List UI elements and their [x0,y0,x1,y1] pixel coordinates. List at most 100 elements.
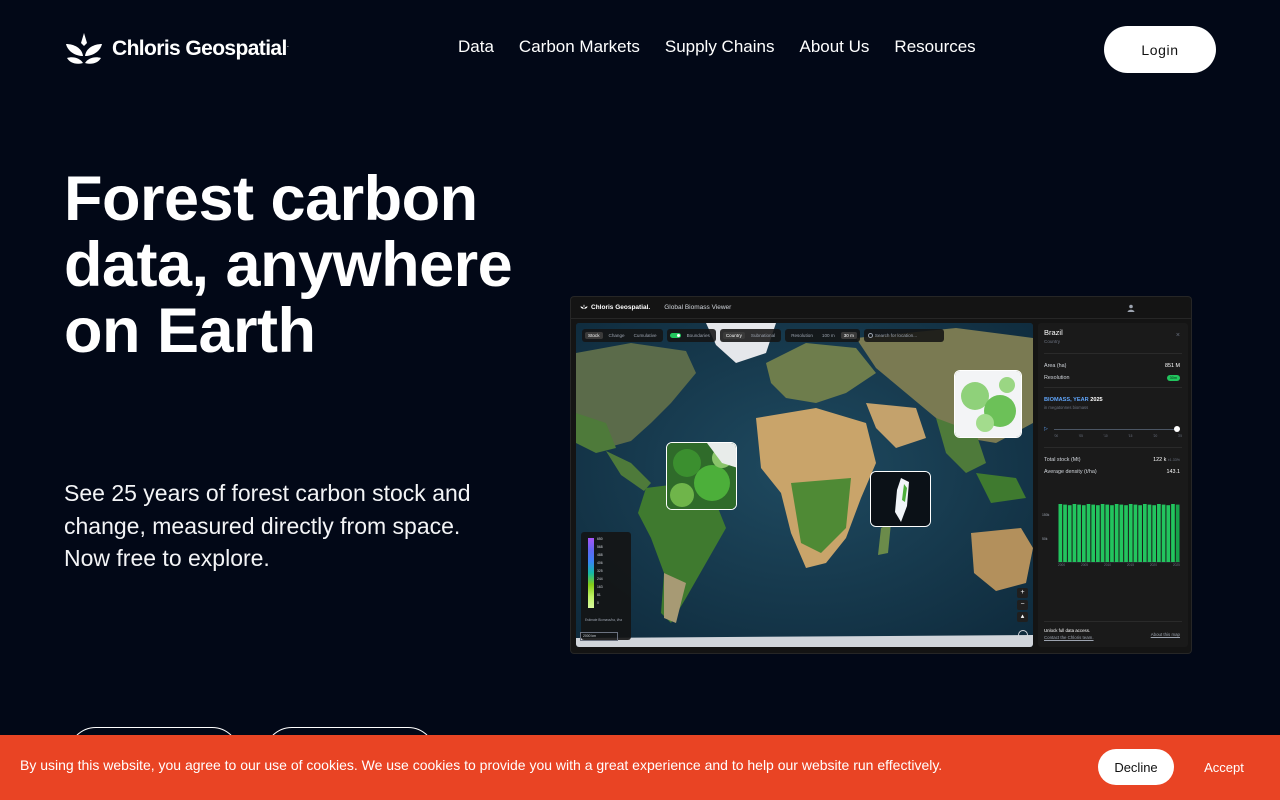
chart-bar [1105,504,1110,562]
chart-bar [1091,504,1096,562]
map-legend: 650 568 488 406 325 244 163 81 0 Estimat… [581,532,631,640]
chart-bar [1114,504,1119,562]
legend-tick: 568 [597,545,603,549]
inset-image [871,472,930,526]
legend-tick: 81 [597,593,601,597]
close-icon[interactable]: × [1176,332,1180,339]
boundaries-label: Boundaries [686,333,710,338]
mode-toggle-group: Stock Change Cumulative [582,329,663,342]
login-button[interactable]: Login [1104,26,1216,73]
biomass-section-note: in megatonnes biomass [1044,405,1089,410]
chart-bar [1096,505,1100,562]
map-inset-madagascar[interactable] [870,471,931,527]
boundary-subnational[interactable]: Subnational [748,332,778,339]
map-inset-amazon[interactable] [666,442,737,510]
logo[interactable]: Chloris Geospatial. [64,32,289,66]
legend-tick: 244 [597,577,603,581]
chart-bar [1067,505,1072,562]
chart-bar [1119,504,1124,562]
about-map-link[interactable]: About this map [1151,632,1180,637]
legend-tick: 0 [597,601,599,605]
boundary-country[interactable]: Country [722,332,745,339]
hero-title: Forest carbon data, anywhere on Earth [64,164,513,366]
app-brand: Chloris Geospatial. [580,304,650,311]
resolution-badge: 30m [1166,375,1180,381]
map-inset-borneo[interactable] [954,370,1022,438]
resolution-row: Resolution 30m [1044,375,1180,381]
area-value: 851 M [1165,363,1180,369]
chart-bar [1077,504,1081,562]
leaf-logo-icon [580,304,588,309]
divider [1044,353,1182,354]
hero-subtitle: See 25 years of forest carbon stock and … [64,480,471,571]
area-row: Area (ha) 851 M [1044,363,1180,369]
chart-x-labels: 2000 2005 2010 2015 2020 2025 [1058,563,1180,567]
timeline-label: '10 [1103,434,1108,438]
year-timeline-slider[interactable] [1054,426,1180,432]
chart-bar [1166,505,1171,562]
map-toolbar: Stock Change Cumulative Boundaries Count… [582,329,944,342]
world-map[interactable]: Stock Change Cumulative Boundaries Count… [576,323,1033,647]
chart-x-label: 2020 [1149,563,1157,567]
total-stock-label: Total stock (Mt) [1044,457,1081,463]
nav-link-carbon-markets[interactable]: Carbon Markets [519,37,640,57]
boundaries-group: Boundaries [666,329,716,342]
compass-icon[interactable] [1018,630,1028,640]
resolution-30m[interactable]: 30 m [840,332,857,339]
chart-x-label: 2000 [1058,563,1066,567]
timeline-label: '15 [1128,434,1133,438]
chart-bar [1133,504,1138,562]
boundary-level-group: Country Subnational [719,329,782,342]
total-stock-value: 122 k ±1.33% [1153,457,1180,463]
panel-level: Country [1044,339,1061,344]
zoom-out-button[interactable]: − [1017,600,1028,610]
timeline-label: '20 [1153,434,1158,438]
zoom-in-button[interactable]: + [1017,588,1028,598]
divider [1044,447,1182,448]
reset-north-button[interactable]: ▴ [1017,612,1028,622]
site-header: Chloris Geospatial. Data Carbon Markets … [0,0,1280,97]
app-preview: Chloris Geospatial. Global Biomass Viewe… [571,297,1191,653]
play-icon[interactable]: ▷ [1044,426,1048,432]
zoom-controls: + − ▴ [1017,588,1028,622]
chart-bar [1161,504,1166,562]
mode-change[interactable]: Change [606,332,628,339]
mode-stock[interactable]: Stock [585,332,603,339]
resolution-100m[interactable]: 100 m [819,332,838,339]
timeline-labels: '00 '05 '10 '15 '20 '25 [1054,434,1182,438]
nav-link-supply-chains[interactable]: Supply Chains [665,37,775,57]
cookie-banner: By using this website, you agree to our … [0,735,1280,800]
timeline-label: '00 [1054,434,1059,438]
logo-text: Chloris Geospatial. [112,37,289,60]
chart-bar [1072,504,1077,562]
chart-bar [1128,504,1133,562]
user-icon[interactable] [1127,304,1135,312]
biomass-section-title: BIOMASS, YEAR 2025 [1044,397,1103,403]
timeline-handle[interactable] [1174,426,1180,432]
cookie-text: By using this website, you agree to our … [20,757,943,773]
nav-link-about-us[interactable]: About Us [799,37,869,57]
legend-tick: 650 [597,537,603,541]
density-value: 143.1 [1166,469,1181,475]
nav-link-resources[interactable]: Resources [894,37,975,57]
mode-cumulative[interactable]: Cumulative [631,332,660,339]
contact-link[interactable]: Contact the Chloris team. [1044,635,1094,640]
accept-button[interactable]: Accept [1192,749,1256,785]
chart-y-label: 150k [1042,513,1050,517]
chart-x-label: 2015 [1126,563,1134,567]
legend-tick: 406 [597,561,603,565]
chart-bar [1124,505,1128,562]
chart-bar [1058,504,1063,562]
nav-link-data[interactable]: Data [458,37,494,57]
decline-button[interactable]: Decline [1098,749,1174,785]
total-stock-row: Total stock (Mt) 122 k ±1.33% [1044,457,1180,463]
resolution-group: Resolution 100 m 30 m [785,329,860,342]
location-search-input[interactable]: Search for location... [863,329,944,342]
chart-bar [1157,504,1161,562]
legend-tick: 163 [597,585,603,589]
main-nav: Data Carbon Markets Supply Chains About … [458,37,976,57]
chart-bar [1142,504,1147,562]
app-name: Global Biomass Viewer [664,304,732,311]
inset-image [667,443,736,509]
boundaries-toggle[interactable] [669,333,681,338]
